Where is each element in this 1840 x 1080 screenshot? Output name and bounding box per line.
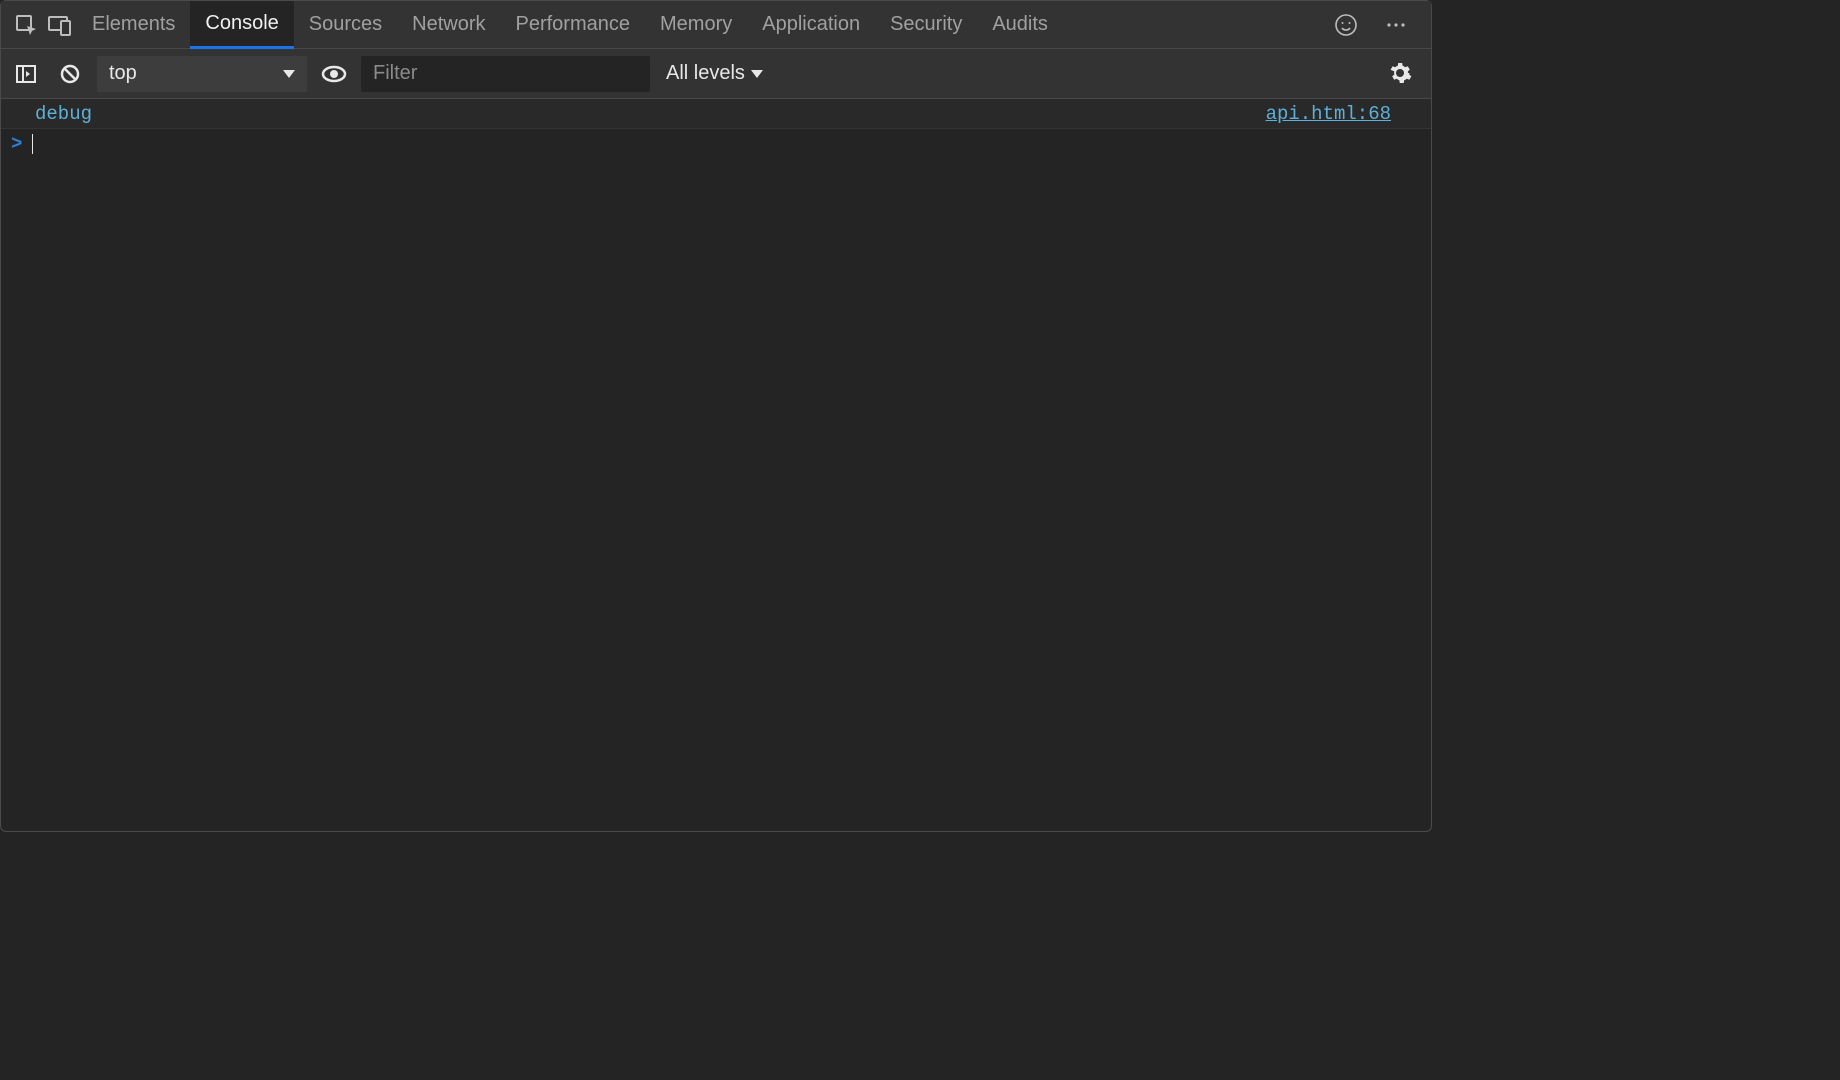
live-expression-icon[interactable]: [317, 57, 351, 91]
console-output: debug api.html:68 >: [1, 99, 1431, 159]
chevron-down-icon: [283, 70, 295, 78]
tab-network[interactable]: Network: [397, 1, 500, 49]
tab-security[interactable]: Security: [875, 1, 977, 49]
tabbar-left: ElementsConsoleSourcesNetworkPerformance…: [9, 1, 1063, 49]
tab-audits[interactable]: Audits: [977, 1, 1063, 49]
levels-label: All levels: [666, 62, 745, 85]
inspect-element-icon[interactable]: [9, 8, 43, 42]
tab-elements[interactable]: Elements: [77, 1, 190, 49]
filter-input[interactable]: [361, 56, 650, 92]
text-cursor: [32, 134, 33, 154]
log-entry[interactable]: debug api.html:68: [1, 99, 1431, 129]
more-options-icon[interactable]: [1379, 8, 1413, 42]
tab-sources[interactable]: Sources: [294, 1, 397, 49]
console-prompt[interactable]: >: [1, 129, 1431, 159]
toggle-sidebar-icon[interactable]: [9, 57, 43, 91]
tabbar-right: [1329, 8, 1423, 42]
tab-performance[interactable]: Performance: [501, 1, 646, 49]
clear-console-icon[interactable]: [53, 57, 87, 91]
tab-console[interactable]: Console: [190, 1, 293, 49]
log-message: debug: [35, 103, 92, 125]
tab-application[interactable]: Application: [747, 1, 875, 49]
log-source-link[interactable]: api.html:68: [1266, 103, 1421, 125]
context-label: top: [109, 62, 137, 85]
chevron-down-icon: [751, 70, 763, 78]
smiley-icon[interactable]: [1329, 8, 1363, 42]
device-toolbar-icon[interactable]: [43, 8, 77, 42]
console-toolbar: top All levels: [1, 49, 1431, 99]
log-levels-select[interactable]: All levels: [660, 62, 763, 85]
devtools-tabbar: ElementsConsoleSourcesNetworkPerformance…: [1, 1, 1431, 49]
tab-memory[interactable]: Memory: [645, 1, 747, 49]
settings-gear-icon[interactable]: [1383, 56, 1417, 90]
execution-context-select[interactable]: top: [97, 56, 307, 92]
prompt-chevron-icon: >: [11, 133, 22, 155]
